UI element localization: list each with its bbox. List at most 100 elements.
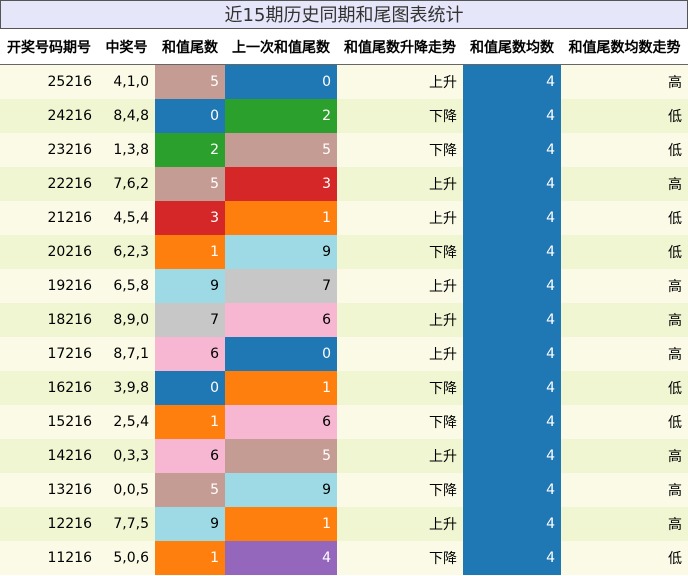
cell-period: 21216 bbox=[0, 200, 98, 235]
cell-prev-tail: 3 bbox=[225, 166, 337, 201]
cell-avg: 4 bbox=[463, 234, 561, 269]
table-row: 24216 8,4,8 0 2 下降 4 低 bbox=[0, 98, 688, 133]
cell-avg: 4 bbox=[463, 472, 561, 507]
cell-prev-tail: 0 bbox=[225, 64, 337, 99]
cell-numbers: 1,3,8 bbox=[98, 132, 155, 167]
cell-tail: 2 bbox=[155, 132, 225, 167]
cell-prev-tail: 4 bbox=[225, 540, 337, 575]
cell-trend: 上升 bbox=[337, 200, 463, 235]
cell-numbers: 3,9,8 bbox=[98, 370, 155, 405]
cell-avg-trend: 低 bbox=[561, 404, 688, 439]
cell-period: 25216 bbox=[0, 64, 98, 99]
table-row: 14216 0,3,3 6 5 上升 4 高 bbox=[0, 438, 688, 473]
cell-numbers: 6,5,8 bbox=[98, 268, 155, 303]
cell-avg: 4 bbox=[463, 200, 561, 235]
cell-period: 17216 bbox=[0, 336, 98, 371]
cell-tail: 1 bbox=[155, 404, 225, 439]
cell-period: 13216 bbox=[0, 472, 98, 507]
cell-avg-trend: 低 bbox=[561, 370, 688, 405]
cell-avg-trend: 高 bbox=[561, 268, 688, 303]
history-table: 开奖号码期号 中奖号 和值尾数 上一次和值尾数 和值尾数升降走势 和值尾数均数 … bbox=[0, 29, 688, 575]
cell-trend: 上升 bbox=[337, 166, 463, 201]
cell-trend: 上升 bbox=[337, 336, 463, 371]
cell-prev-tail: 1 bbox=[225, 506, 337, 541]
cell-trend: 下降 bbox=[337, 370, 463, 405]
cell-avg: 4 bbox=[463, 404, 561, 439]
cell-avg-trend: 高 bbox=[561, 302, 688, 337]
cell-prev-tail: 1 bbox=[225, 370, 337, 405]
cell-numbers: 4,5,4 bbox=[98, 200, 155, 235]
cell-prev-tail: 6 bbox=[225, 404, 337, 439]
cell-tail: 6 bbox=[155, 438, 225, 473]
cell-prev-tail: 1 bbox=[225, 200, 337, 235]
cell-trend: 上升 bbox=[337, 268, 463, 303]
cell-avg-trend: 低 bbox=[561, 98, 688, 133]
cell-period: 16216 bbox=[0, 370, 98, 405]
cell-avg-trend: 高 bbox=[561, 472, 688, 507]
table-body: 25216 4,1,0 5 0 上升 4 高 24216 8,4,8 0 2 下降 4 低 23216 1,3… bbox=[0, 64, 688, 575]
table-row: 25216 4,1,0 5 0 上升 4 高 bbox=[0, 64, 688, 99]
cell-period: 19216 bbox=[0, 268, 98, 303]
cell-avg: 4 bbox=[463, 98, 561, 133]
table-row: 13216 0,0,5 5 9 下降 4 高 bbox=[0, 472, 688, 507]
table-row: 21216 4,5,4 3 1 上升 4 低 bbox=[0, 200, 688, 235]
cell-prev-tail: 5 bbox=[225, 438, 337, 473]
cell-tail: 0 bbox=[155, 98, 225, 133]
cell-trend: 下降 bbox=[337, 540, 463, 575]
cell-tail: 9 bbox=[155, 268, 225, 303]
cell-numbers: 8,9,0 bbox=[98, 302, 155, 337]
cell-tail: 5 bbox=[155, 64, 225, 99]
cell-numbers: 0,3,3 bbox=[98, 438, 155, 473]
cell-trend: 上升 bbox=[337, 64, 463, 99]
cell-avg: 4 bbox=[463, 370, 561, 405]
cell-avg: 4 bbox=[463, 166, 561, 201]
cell-prev-tail: 9 bbox=[225, 234, 337, 269]
cell-trend: 下降 bbox=[337, 98, 463, 133]
cell-prev-tail: 7 bbox=[225, 268, 337, 303]
cell-prev-tail: 6 bbox=[225, 302, 337, 337]
cell-avg-trend: 高 bbox=[561, 336, 688, 371]
cell-trend: 下降 bbox=[337, 472, 463, 507]
cell-tail: 1 bbox=[155, 234, 225, 269]
cell-avg: 4 bbox=[463, 132, 561, 167]
cell-tail: 3 bbox=[155, 200, 225, 235]
cell-numbers: 6,2,3 bbox=[98, 234, 155, 269]
cell-trend: 上升 bbox=[337, 302, 463, 337]
cell-trend: 上升 bbox=[337, 506, 463, 541]
cell-numbers: 0,0,5 bbox=[98, 472, 155, 507]
cell-prev-tail: 0 bbox=[225, 336, 337, 371]
header-prev-tail: 上一次和值尾数 bbox=[225, 29, 337, 65]
cell-period: 14216 bbox=[0, 438, 98, 473]
cell-avg-trend: 高 bbox=[561, 506, 688, 541]
table-row: 11216 5,0,6 1 4 下降 4 低 bbox=[0, 540, 688, 575]
cell-numbers: 7,6,2 bbox=[98, 166, 155, 201]
cell-period: 23216 bbox=[0, 132, 98, 167]
header-row: 开奖号码期号 中奖号 和值尾数 上一次和值尾数 和值尾数升降走势 和值尾数均数 … bbox=[0, 29, 688, 65]
header-trend: 和值尾数升降走势 bbox=[337, 29, 463, 65]
cell-numbers: 8,4,8 bbox=[98, 98, 155, 133]
cell-tail: 5 bbox=[155, 472, 225, 507]
cell-avg-trend: 高 bbox=[561, 166, 688, 201]
header-avg: 和值尾数均数 bbox=[463, 29, 561, 65]
cell-trend: 下降 bbox=[337, 404, 463, 439]
header-tail: 和值尾数 bbox=[155, 29, 225, 65]
cell-numbers: 2,5,4 bbox=[98, 404, 155, 439]
header-period: 开奖号码期号 bbox=[0, 29, 98, 65]
header-avg-trend: 和值尾数均数走势 bbox=[561, 29, 688, 65]
cell-tail: 9 bbox=[155, 506, 225, 541]
cell-avg-trend: 低 bbox=[561, 132, 688, 167]
table-row: 23216 1,3,8 2 5 下降 4 低 bbox=[0, 132, 688, 167]
cell-period: 15216 bbox=[0, 404, 98, 439]
cell-prev-tail: 2 bbox=[225, 98, 337, 133]
cell-avg: 4 bbox=[463, 64, 561, 99]
cell-prev-tail: 5 bbox=[225, 132, 337, 167]
cell-avg: 4 bbox=[463, 438, 561, 473]
cell-period: 22216 bbox=[0, 166, 98, 201]
cell-prev-tail: 9 bbox=[225, 472, 337, 507]
cell-trend: 下降 bbox=[337, 132, 463, 167]
cell-period: 12216 bbox=[0, 506, 98, 541]
table-row: 17216 8,7,1 6 0 上升 4 高 bbox=[0, 336, 688, 371]
table-row: 22216 7,6,2 5 3 上升 4 高 bbox=[0, 166, 688, 201]
header-numbers: 中奖号 bbox=[98, 29, 155, 65]
cell-tail: 1 bbox=[155, 540, 225, 575]
